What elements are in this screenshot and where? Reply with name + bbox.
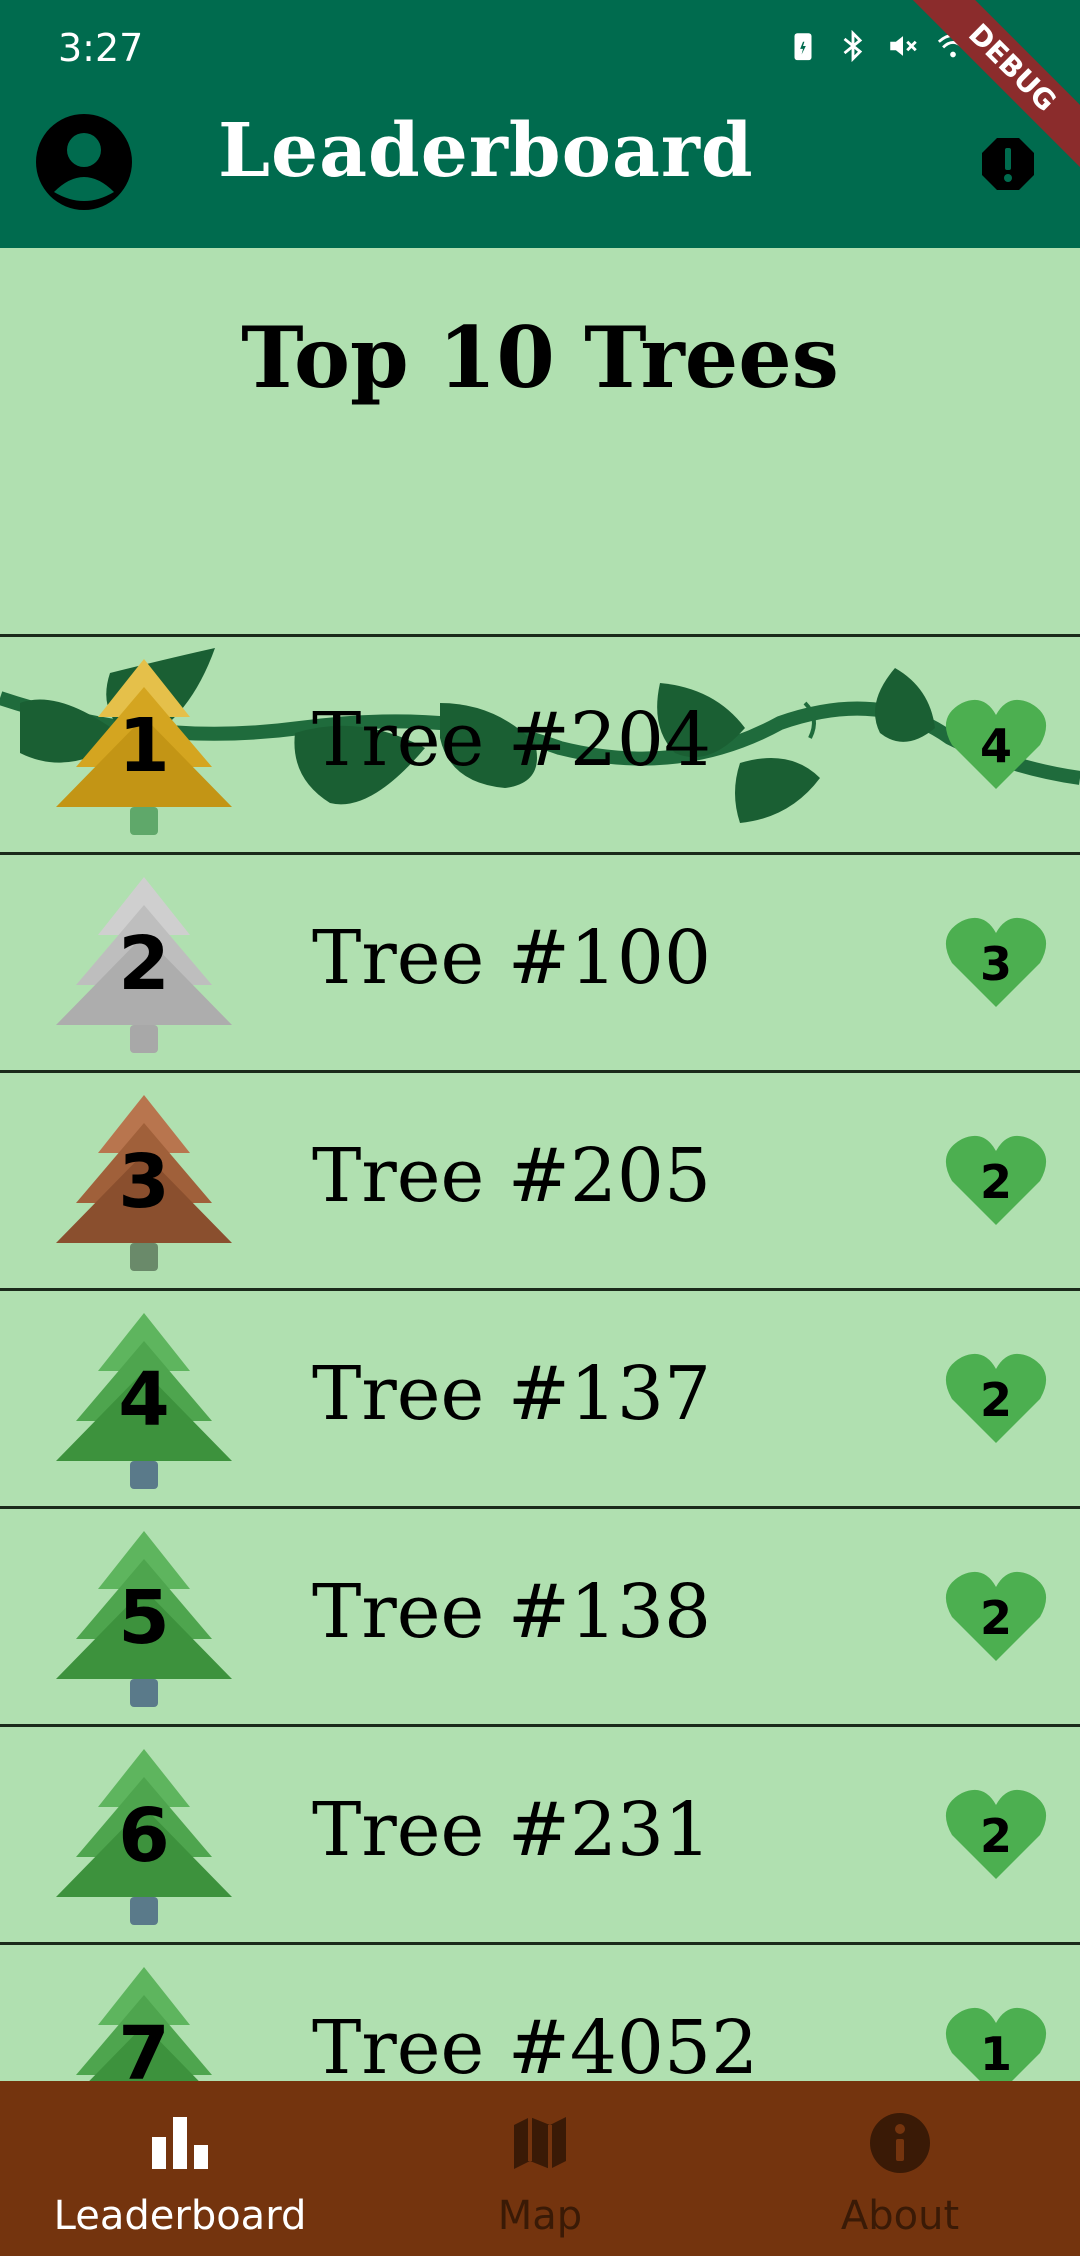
vote-count: 3 — [979, 937, 1012, 991]
nav-item-map[interactable]: Map — [390, 2081, 690, 2256]
rank-number: 6 — [118, 1793, 170, 1879]
vote-count: 2 — [979, 1809, 1012, 1863]
bluetooth-icon — [836, 28, 870, 64]
vote-count: 2 — [979, 1373, 1012, 1427]
map-icon — [514, 2117, 566, 2169]
nav-item-about[interactable]: About — [750, 2081, 1050, 2256]
status-bar: 3:27 DEBUG — [0, 0, 1080, 176]
leaderboard-row[interactable]: 3 Tree #205 2 — [0, 1070, 1080, 1288]
nav-label-map: Map — [497, 2193, 583, 2239]
bottom-navigation: Leaderboard Map About — [0, 2081, 1080, 2256]
leaderboard-content[interactable]: Top 10 Trees 1 Tree #204 4 2 Tree #100 3… — [0, 248, 1080, 2081]
vote-count: 2 — [979, 1155, 1012, 1209]
leaderboard-row[interactable]: 4 Tree #137 2 — [0, 1288, 1080, 1506]
rank-number: 5 — [118, 1575, 170, 1661]
leaderboard-row[interactable]: 6 Tree #231 2 — [0, 1724, 1080, 1942]
info-icon — [870, 2113, 930, 2173]
profile-avatar-button[interactable] — [34, 112, 134, 212]
mute-icon — [886, 28, 920, 64]
bar-chart-icon — [152, 2117, 208, 2169]
account-icon — [36, 114, 132, 210]
nav-label-about: About — [840, 2193, 960, 2239]
page-title: Leaderboard — [218, 108, 754, 194]
section-heading: Top 10 Trees — [241, 308, 839, 407]
tree-name: Tree #204 — [312, 697, 712, 783]
vote-count: 2 — [979, 1591, 1012, 1645]
rank-number: 3 — [118, 1139, 170, 1225]
nav-item-leaderboard[interactable]: Leaderboard — [30, 2081, 330, 2256]
alert-octagon-icon — [982, 138, 1034, 190]
app-bar: 3:27 DEBUG Leaderboard — [0, 0, 1080, 248]
rank-number: 2 — [118, 921, 170, 1007]
tree-name: Tree #231 — [312, 1787, 712, 1873]
tree-name: Tree #100 — [312, 915, 712, 1001]
tree-name: Tree #205 — [312, 1133, 712, 1219]
tree-name: Tree #4052 — [312, 2005, 759, 2081]
vote-count: 4 — [979, 719, 1012, 773]
tree-name: Tree #138 — [312, 1569, 712, 1655]
status-time: 3:27 — [58, 26, 144, 70]
leaderboard-row[interactable]: 1 Tree #204 4 — [0, 634, 1080, 852]
tree-name: Tree #137 — [312, 1351, 712, 1437]
rank-number: 4 — [118, 1357, 170, 1443]
report-button[interactable] — [980, 136, 1036, 192]
battery-saver-icon — [786, 28, 820, 64]
leaderboard-row[interactable]: 7 Tree #4052 1 — [0, 1942, 1080, 2081]
rank-number: 7 — [118, 2011, 170, 2081]
leaderboard-row[interactable]: 2 Tree #100 3 — [0, 852, 1080, 1070]
nav-label-leaderboard: Leaderboard — [53, 2193, 307, 2239]
leaderboard-row[interactable]: 5 Tree #138 2 — [0, 1506, 1080, 1724]
leaderboard-list: 1 Tree #204 4 2 Tree #100 3 3 Tree #205 … — [0, 634, 1080, 2081]
vote-count: 1 — [979, 2027, 1012, 2081]
rank-number: 1 — [118, 703, 170, 789]
